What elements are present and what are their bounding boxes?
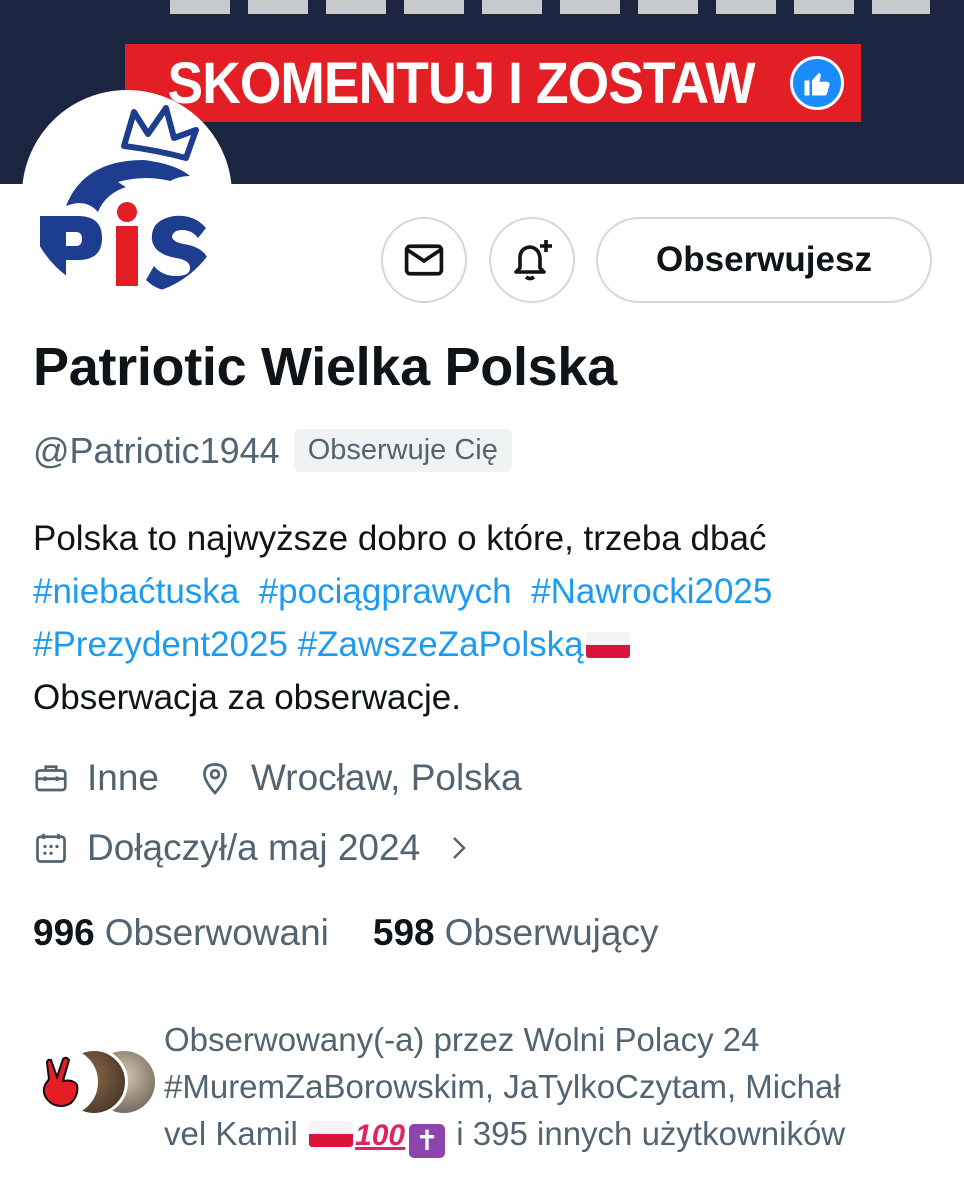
bio-hashtags-line: #niebaćtuska #pociągprawych #Nawrocki202… <box>33 565 953 618</box>
victory-hand-icon <box>42 1056 79 1107</box>
category-item: Inne <box>33 757 159 799</box>
user-handle: @Patriotic1944 <box>33 429 280 471</box>
followers-count: 598 <box>372 912 435 953</box>
follow-stats: 996 Obserwowani 598 Obserwujący <box>33 912 702 954</box>
banner-cta-text: SKOMENTUJ I ZOSTAW <box>167 50 755 116</box>
bell-plus-icon <box>514 240 552 281</box>
envelope-icon <box>404 244 444 276</box>
followed-by-line: #MuremZaBorowskim, JaTylkoCzytam, Michał <box>164 1068 841 1105</box>
followed-by-line: Obserwowany(-a) przez Wolni Polacy 24 <box>164 1021 760 1058</box>
bio-line: Polska to najwyższe dobro o które, trzeb… <box>33 519 767 558</box>
hashtag-link[interactable]: #Prezydent2025 <box>33 625 288 664</box>
followed-by-line: vel Kamil 100 ✝ i 395 innych użytkowników <box>164 1110 954 1158</box>
joined-item[interactable]: Dołączył/a maj 2024 <box>33 827 474 869</box>
crowned-eagle-logo <box>40 105 210 292</box>
message-button[interactable] <box>381 217 467 303</box>
location-text: Wrocław, Polska <box>251 757 522 798</box>
following-stat[interactable]: 996 Obserwowani <box>33 912 329 954</box>
followers-label: Obserwujący <box>444 912 659 953</box>
profile-bio: Polska to najwyższe dobro o które, trzeb… <box>33 512 953 724</box>
category-text: Inne <box>87 757 160 798</box>
polish-flag-icon <box>309 1121 354 1147</box>
followed-by-others: i 395 innych użytkowników <box>456 1115 846 1152</box>
avatar <box>30 1048 98 1116</box>
polish-flag-icon <box>585 632 630 658</box>
calendar-icon <box>36 833 66 863</box>
followers-stat[interactable]: 598 Obserwujący <box>373 912 659 954</box>
location-item: Wrocław, Polska <box>197 757 522 799</box>
chevron-right-icon <box>453 837 466 859</box>
following-button[interactable]: Obserwujesz <box>596 217 932 303</box>
hashtag-link[interactable]: #pociągprawych <box>259 572 512 611</box>
following-label: Obserwowani <box>104 912 329 953</box>
follows-you-badge: Obserwuje Cię <box>293 429 512 472</box>
hundred-points-icon: 100 <box>355 1119 406 1152</box>
banner-top-text-fragment <box>170 0 930 14</box>
banner-cta: SKOMENTUJ I ZOSTAW <box>125 44 861 122</box>
joined-text: Dołączył/a maj 2024 <box>87 827 421 868</box>
handle-row: @Patriotic1944 Obserwuje Cię <box>33 429 512 472</box>
latin-cross-icon: ✝ <box>409 1124 446 1158</box>
hashtag-link[interactable]: #Nawrocki2025 <box>531 572 772 611</box>
profile-avatar[interactable] <box>22 90 232 300</box>
hashtag-link[interactable]: #niebaćtuska <box>33 572 239 611</box>
followed-by-text[interactable]: Obserwowany(-a) przez Wolni Polacy 24 #M… <box>164 1016 954 1158</box>
notifications-button[interactable] <box>489 217 575 303</box>
profile-meta: Inne Wrocław, Polska <box>33 757 560 799</box>
followed-by-name: vel Kamil <box>164 1115 298 1152</box>
bio-line: Obserwacja za obserwacje. <box>33 678 461 717</box>
bio-hashtags-line: #Prezydent2025 #ZawszeZaPolską <box>33 618 953 671</box>
thumbs-up-icon <box>790 56 845 110</box>
display-name: Patriotic Wielka Polska <box>33 337 617 397</box>
joined-row[interactable]: Dołączył/a maj 2024 <box>33 827 512 869</box>
following-count: 996 <box>33 912 95 953</box>
location-pin-icon <box>203 763 227 796</box>
followed-by-avatars[interactable] <box>30 1048 160 1118</box>
hashtag-link[interactable]: #ZawszeZaPolską <box>298 625 584 664</box>
briefcase-icon <box>35 765 67 792</box>
